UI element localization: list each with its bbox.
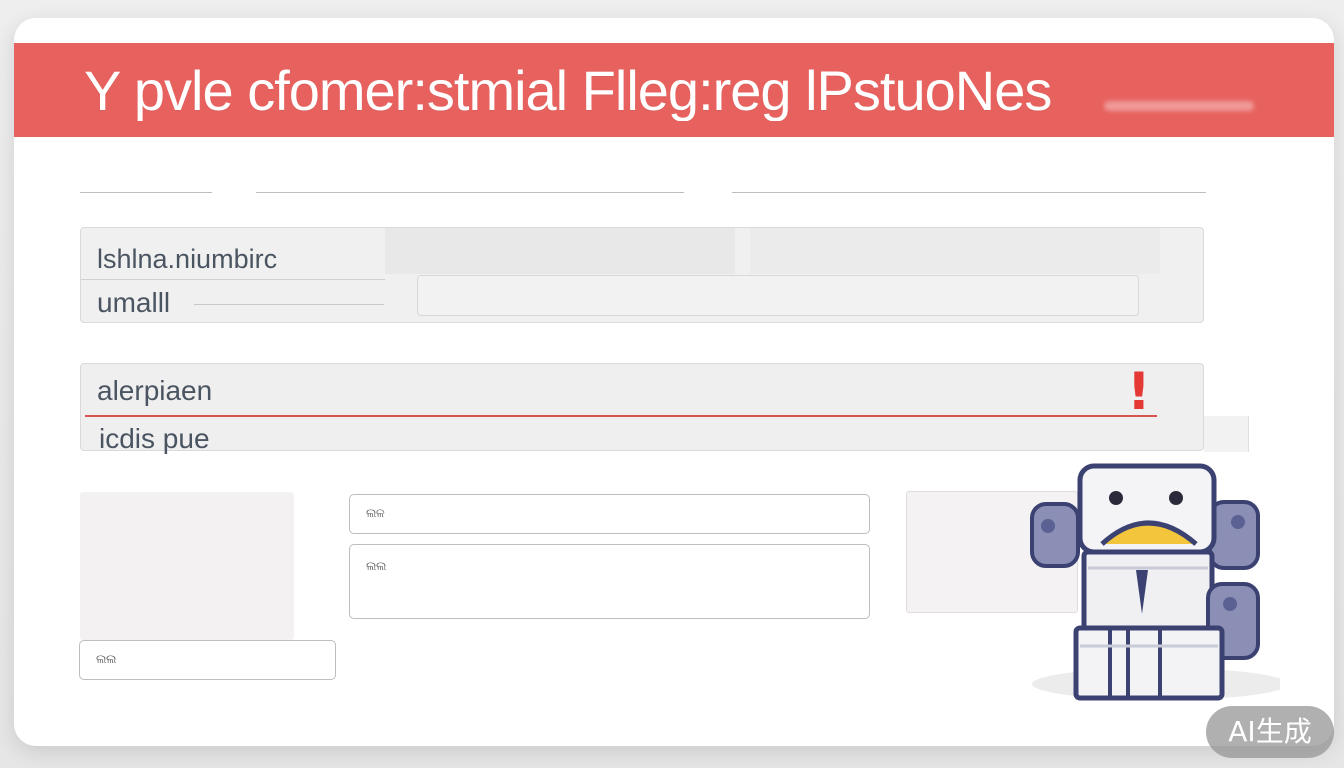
alert-field-label: alerpiaen bbox=[97, 375, 213, 406]
shaded-cell bbox=[385, 228, 735, 274]
text-area[interactable]: ଲଲ bbox=[349, 544, 870, 619]
description-label: icdis pue bbox=[99, 423, 210, 454]
section-divider bbox=[80, 192, 212, 193]
page-title: Y pvle cfomer:stmial Flleg:reg lPstuoNes bbox=[84, 61, 1052, 121]
text-field-1[interactable]: ଲଳ bbox=[349, 494, 870, 534]
robot-icon bbox=[1010, 444, 1288, 704]
email-input[interactable] bbox=[417, 275, 1139, 316]
section-divider bbox=[256, 192, 684, 193]
section-divider bbox=[732, 192, 1206, 193]
shaded-cell bbox=[750, 228, 1160, 274]
field-label: ଲଲ bbox=[96, 652, 116, 666]
header-highlight bbox=[1104, 101, 1254, 111]
email-label: umalll bbox=[97, 287, 171, 318]
header-bar: Y pvle cfomer:stmial Flleg:reg lPstuoNes bbox=[14, 43, 1334, 137]
error-underline bbox=[85, 415, 1157, 417]
label-separator bbox=[81, 279, 385, 280]
label-underline bbox=[194, 304, 384, 305]
field-label: ଲଳ bbox=[366, 506, 385, 520]
field-label: ଲଲ bbox=[366, 559, 386, 573]
ai-generated-badge: AI生成 bbox=[1206, 706, 1334, 758]
contact-panel: lshlna.niumbirc umalll bbox=[80, 227, 1204, 323]
phone-number-label: lshlna.niumbirc bbox=[97, 244, 278, 274]
text-field-2[interactable]: ଲଲ bbox=[79, 640, 336, 680]
alert-panel: alerpiaen ! icdis pue bbox=[80, 362, 1204, 454]
image-placeholder bbox=[80, 492, 294, 640]
page: Y pvle cfomer:stmial Flleg:reg lPstuoNes… bbox=[0, 0, 1344, 768]
exclamation-icon: ! bbox=[1127, 362, 1151, 422]
